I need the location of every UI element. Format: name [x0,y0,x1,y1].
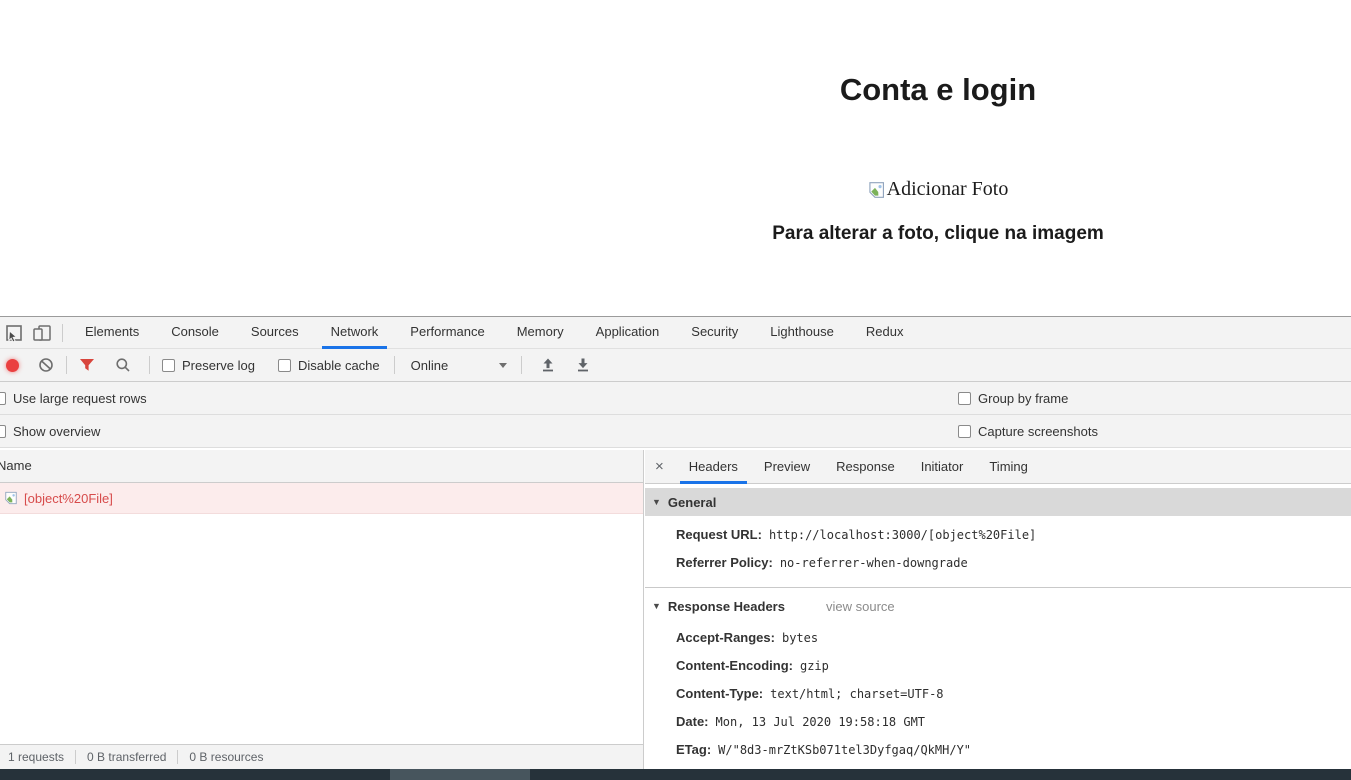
tab-application[interactable]: Application [580,317,676,348]
close-icon[interactable]: × [645,458,676,475]
view-source-link[interactable]: view source [826,599,895,614]
inspect-element-icon[interactable] [0,320,28,346]
general-section-header[interactable]: ▼ General [645,488,1351,516]
tab-security[interactable]: Security [675,317,754,348]
header-row: Referrer Policy: no-referrer-when-downgra… [676,555,968,570]
name-column-header[interactable]: Name [0,450,643,483]
network-toolbar: Preserve log Disable cache Online [0,349,1351,382]
preserve-log-checkbox[interactable] [162,358,175,372]
divider [75,750,77,764]
header-row: Date: Mon, 13 Jul 2020 19:58:18 GMT [676,714,926,729]
divider [645,587,1351,588]
filter-icon[interactable] [73,352,101,378]
throttling-dropdown[interactable]: Online [411,358,507,373]
tab-console[interactable]: Console [155,317,235,348]
divider [66,356,67,374]
general-section-body: Request URL: http://localhost:3000/[objec… [645,516,1351,585]
tab-response[interactable]: Response [823,450,908,483]
tab-preview[interactable]: Preview [751,450,823,483]
use-large-request-rows-checkbox[interactable] [0,391,6,405]
broken-image-icon [4,491,18,505]
capture-screenshots-label: Capture screenshots [978,423,1098,439]
header-row: Content-Type: text/html; charset=UTF-8 [676,686,944,701]
response-headers-section-header[interactable]: ▼ Response Headers view source [645,591,1351,621]
chevron-down-icon [498,362,507,368]
triangle-down-icon: ▼ [652,497,661,507]
requests-panel: Name [object%20File] 1 requests 0 B tran… [0,450,644,780]
tab-memory[interactable]: Memory [501,317,580,348]
photo-alt-text: Adicionar Foto [886,178,1009,200]
header-row: Accept-Ranges: bytes [676,630,819,645]
capture-screenshots-checkbox[interactable] [958,424,971,438]
devtools-tabbar: Elements Console Sources Network Perform… [0,317,1351,349]
tab-lighthouse[interactable]: Lighthouse [754,317,850,348]
header-row: Content-Encoding: gzip [676,658,829,673]
request-details-panel: × Headers Preview Response Initiator Tim… [645,450,1351,780]
tab-elements[interactable]: Elements [69,317,155,348]
show-overview-checkbox[interactable] [0,424,6,438]
triangle-down-icon: ▼ [652,601,661,611]
page-title: Conta e login [839,72,1037,107]
details-tabbar: × Headers Preview Response Initiator Tim… [645,450,1351,484]
preserve-log-label: Preserve log [182,357,255,373]
broken-image-icon [868,181,886,199]
tab-headers[interactable]: Headers [676,450,751,484]
divider [149,356,150,374]
show-overview-label: Show overview [13,423,101,439]
record-icon[interactable] [6,358,19,372]
group-by-frame-checkbox[interactable] [958,391,971,405]
clear-icon[interactable] [32,352,60,378]
disable-cache-checkbox[interactable] [277,358,291,372]
network-summary-bar: 1 requests 0 B transferred 0 B resources [0,744,643,769]
header-row: ETag: W/"8d3-mrZtKSb071tel3Dyfgaq/QkMH/Y" [676,742,972,757]
tab-redux[interactable]: Redux [850,317,920,348]
request-row[interactable]: [object%20File] [0,483,643,514]
tab-initiator[interactable]: Initiator [908,450,977,483]
header-row: Request URL: http://localhost:3000/[objec… [676,527,1037,542]
add-photo-broken-image[interactable]: Adicionar Foto [868,178,1009,201]
scrollbar-thumb[interactable] [390,769,530,780]
network-options-row-2: Show overview Capture screenshots [0,415,1351,448]
transferred-size: 0 B transferred [87,750,167,764]
tab-network[interactable]: Network [315,317,395,349]
request-name: [object%20File] [24,490,113,506]
response-headers-section-body: Accept-Ranges: bytes Content-Encoding: gzi… [645,621,1351,780]
requests-count: 1 requests [8,750,65,764]
divider [177,750,179,764]
throttling-value: Online [410,357,449,373]
network-main-area: Name [object%20File] 1 requests 0 B tran… [0,450,1351,780]
import-har-icon[interactable] [534,352,562,378]
network-options-row-1: Use large request rows Group by frame [0,382,1351,415]
divider [62,323,63,342]
bottom-scrollbar[interactable] [0,769,1351,780]
resources-size: 0 B resources [189,750,264,764]
device-toolbar-icon[interactable] [28,320,56,346]
disable-cache-label: Disable cache [297,357,380,373]
photo-caption: Para alterar a foto, clique na imagem [772,223,1104,244]
tab-performance[interactable]: Performance [394,317,500,348]
devtools-panel: Elements Console Sources Network Perform… [0,316,1351,780]
divider [393,356,395,374]
use-large-request-rows-label: Use large request rows [13,390,147,406]
divider [520,356,522,374]
export-har-icon[interactable] [569,352,597,378]
tab-sources[interactable]: Sources [235,317,315,348]
group-by-frame-label: Group by frame [978,390,1069,406]
search-icon[interactable] [109,352,137,378]
tab-timing[interactable]: Timing [976,450,1041,483]
